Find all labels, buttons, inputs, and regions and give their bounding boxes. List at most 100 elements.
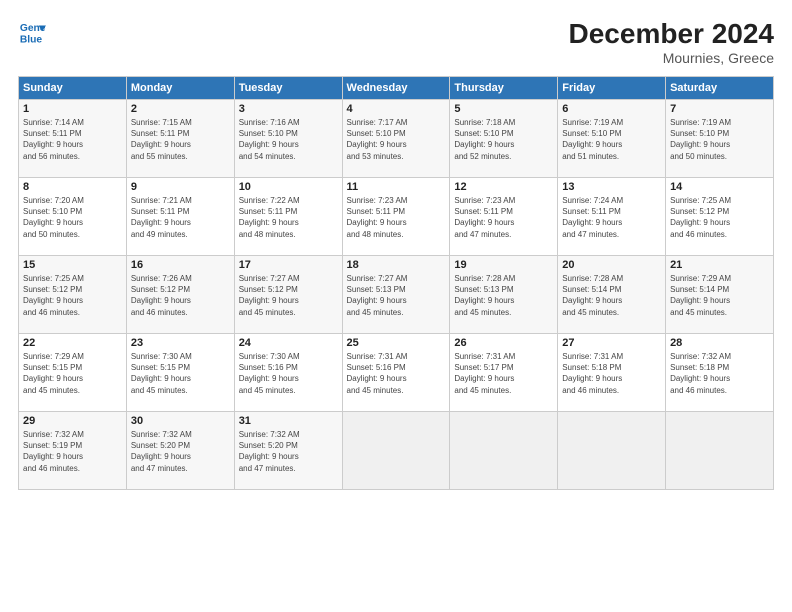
col-header-monday: Monday xyxy=(126,77,234,100)
day-number: 3 xyxy=(239,103,338,115)
calendar-cell: 30 Sunrise: 7:32 AMSunset: 5:20 PMDayligh… xyxy=(126,412,234,490)
day-info: Sunrise: 7:30 AMSunset: 5:16 PMDaylight:… xyxy=(239,352,300,395)
title-block: December 2024 Mournies, Greece xyxy=(569,18,774,66)
day-info: Sunrise: 7:21 AMSunset: 5:11 PMDaylight:… xyxy=(131,196,192,239)
calendar-cell: 2Sunrise: 7:15 AMSunset: 5:11 PMDaylight… xyxy=(126,100,234,178)
day-info: Sunrise: 7:15 AMSunset: 5:11 PMDaylight:… xyxy=(131,118,192,161)
day-info: Sunrise: 7:32 AMSunset: 5:18 PMDaylight:… xyxy=(670,352,731,395)
day-number: 14 xyxy=(670,181,769,193)
day-number: 20 xyxy=(562,259,661,271)
col-header-thursday: Thursday xyxy=(450,77,558,100)
day-info: Sunrise: 7:17 AMSunset: 5:10 PMDaylight:… xyxy=(347,118,408,161)
calendar-table: SundayMondayTuesdayWednesdayThursdayFrid… xyxy=(18,76,774,490)
calendar-cell: 19 Sunrise: 7:28 AMSunset: 5:13 PMDayligh… xyxy=(450,256,558,334)
day-number: 15 xyxy=(23,259,122,271)
calendar-cell: 29Sunrise: 7:32 AMSunset: 5:19 PMDayligh… xyxy=(19,412,127,490)
day-info: Sunrise: 7:28 AMSunset: 5:14 PMDaylight:… xyxy=(562,274,623,317)
day-number: 22 xyxy=(23,337,122,349)
calendar-cell: 28Sunrise: 7:32 AMSunset: 5:18 PMDayligh… xyxy=(666,334,774,412)
day-info: Sunrise: 7:29 AMSunset: 5:14 PMDaylight:… xyxy=(670,274,731,317)
calendar-cell: 16Sunrise: 7:26 AMSunset: 5:12 PMDayligh… xyxy=(126,256,234,334)
subtitle: Mournies, Greece xyxy=(569,50,774,66)
calendar-cell xyxy=(342,412,450,490)
day-number: 13 xyxy=(562,181,661,193)
day-info: Sunrise: 7:20 AMSunset: 5:10 PMDaylight:… xyxy=(23,196,84,239)
day-number: 30 xyxy=(131,415,230,427)
calendar-row-1: 1Sunrise: 7:14 AMSunset: 5:11 PMDaylight… xyxy=(19,100,774,178)
day-number: 9 xyxy=(131,181,230,193)
calendar-cell xyxy=(558,412,666,490)
day-number: 27 xyxy=(562,337,661,349)
day-info: Sunrise: 7:25 AMSunset: 5:12 PMDaylight:… xyxy=(23,274,84,317)
day-info: Sunrise: 7:31 AMSunset: 5:17 PMDaylight:… xyxy=(454,352,515,395)
day-number: 12 xyxy=(454,181,553,193)
calendar-cell: 7 Sunrise: 7:19 AMSunset: 5:10 PMDaylight… xyxy=(666,100,774,178)
day-number: 19 xyxy=(454,259,553,271)
main-title: December 2024 xyxy=(569,18,774,50)
calendar-cell: 15 Sunrise: 7:25 AMSunset: 5:12 PMDayligh… xyxy=(19,256,127,334)
day-number: 1 xyxy=(23,103,122,115)
day-info: Sunrise: 7:31 AMSunset: 5:16 PMDaylight:… xyxy=(347,352,408,395)
calendar-cell xyxy=(450,412,558,490)
calendar-cell: 13Sunrise: 7:24 AMSunset: 5:11 PMDayligh… xyxy=(558,178,666,256)
calendar-cell: 24 Sunrise: 7:30 AMSunset: 5:16 PMDayligh… xyxy=(234,334,342,412)
day-info: Sunrise: 7:25 AMSunset: 5:12 PMDaylight:… xyxy=(670,196,731,239)
day-info: Sunrise: 7:30 AMSunset: 5:15 PMDaylight:… xyxy=(131,352,192,395)
day-number: 29 xyxy=(23,415,122,427)
calendar-cell: 12 Sunrise: 7:23 AMSunset: 5:11 PMDayligh… xyxy=(450,178,558,256)
day-info: Sunrise: 7:27 AMSunset: 5:13 PMDaylight:… xyxy=(347,274,408,317)
calendar-row-3: 15 Sunrise: 7:25 AMSunset: 5:12 PMDayligh… xyxy=(19,256,774,334)
calendar-row-2: 8 Sunrise: 7:20 AMSunset: 5:10 PMDaylight… xyxy=(19,178,774,256)
col-header-sunday: Sunday xyxy=(19,77,127,100)
calendar-row-4: 22 Sunrise: 7:29 AMSunset: 5:15 PMDayligh… xyxy=(19,334,774,412)
col-header-wednesday: Wednesday xyxy=(342,77,450,100)
calendar-cell: 26Sunrise: 7:31 AMSunset: 5:17 PMDayligh… xyxy=(450,334,558,412)
calendar-cell: 4 Sunrise: 7:17 AMSunset: 5:10 PMDaylight… xyxy=(342,100,450,178)
day-info: Sunrise: 7:22 AMSunset: 5:11 PMDaylight:… xyxy=(239,196,300,239)
calendar-row-5: 29Sunrise: 7:32 AMSunset: 5:19 PMDayligh… xyxy=(19,412,774,490)
page-header: General Blue December 2024 Mournies, Gre… xyxy=(18,18,774,66)
col-header-friday: Friday xyxy=(558,77,666,100)
col-header-tuesday: Tuesday xyxy=(234,77,342,100)
calendar-cell: 11Sunrise: 7:23 AMSunset: 5:11 PMDayligh… xyxy=(342,178,450,256)
calendar-cell: 14 Sunrise: 7:25 AMSunset: 5:12 PMDayligh… xyxy=(666,178,774,256)
calendar-cell: 1Sunrise: 7:14 AMSunset: 5:11 PMDaylight… xyxy=(19,100,127,178)
day-number: 4 xyxy=(347,103,446,115)
day-number: 17 xyxy=(239,259,338,271)
calendar-cell: 5 Sunrise: 7:18 AMSunset: 5:10 PMDaylight… xyxy=(450,100,558,178)
calendar-cell: 22 Sunrise: 7:29 AMSunset: 5:15 PMDayligh… xyxy=(19,334,127,412)
calendar-cell: 25Sunrise: 7:31 AMSunset: 5:16 PMDayligh… xyxy=(342,334,450,412)
day-number: 24 xyxy=(239,337,338,349)
day-info: Sunrise: 7:27 AMSunset: 5:12 PMDaylight:… xyxy=(239,274,300,317)
calendar-cell xyxy=(666,412,774,490)
calendar-cell: 17 Sunrise: 7:27 AMSunset: 5:12 PMDayligh… xyxy=(234,256,342,334)
calendar-cell: 9 Sunrise: 7:21 AMSunset: 5:11 PMDaylight… xyxy=(126,178,234,256)
day-info: Sunrise: 7:23 AMSunset: 5:11 PMDaylight:… xyxy=(347,196,408,239)
day-number: 8 xyxy=(23,181,122,193)
day-info: Sunrise: 7:23 AMSunset: 5:11 PMDaylight:… xyxy=(454,196,515,239)
day-number: 7 xyxy=(670,103,769,115)
day-info: Sunrise: 7:31 AMSunset: 5:18 PMDaylight:… xyxy=(562,352,623,395)
day-number: 23 xyxy=(131,337,230,349)
day-number: 21 xyxy=(670,259,769,271)
day-number: 31 xyxy=(239,415,338,427)
day-info: Sunrise: 7:16 AMSunset: 5:10 PMDaylight:… xyxy=(239,118,300,161)
day-number: 5 xyxy=(454,103,553,115)
calendar-cell: 31Sunrise: 7:32 AMSunset: 5:20 PMDayligh… xyxy=(234,412,342,490)
calendar-cell: 27 Sunrise: 7:31 AMSunset: 5:18 PMDayligh… xyxy=(558,334,666,412)
day-info: Sunrise: 7:32 AMSunset: 5:20 PMDaylight:… xyxy=(131,430,192,473)
logo-icon: General Blue xyxy=(18,18,46,46)
day-info: Sunrise: 7:19 AMSunset: 5:10 PMDaylight:… xyxy=(670,118,731,161)
day-number: 16 xyxy=(131,259,230,271)
day-info: Sunrise: 7:29 AMSunset: 5:15 PMDaylight:… xyxy=(23,352,84,395)
calendar-cell: 23 Sunrise: 7:30 AMSunset: 5:15 PMDayligh… xyxy=(126,334,234,412)
day-number: 6 xyxy=(562,103,661,115)
day-info: Sunrise: 7:28 AMSunset: 5:13 PMDaylight:… xyxy=(454,274,515,317)
calendar-cell: 6Sunrise: 7:19 AMSunset: 5:10 PMDaylight… xyxy=(558,100,666,178)
logo: General Blue xyxy=(18,18,46,46)
day-info: Sunrise: 7:18 AMSunset: 5:10 PMDaylight:… xyxy=(454,118,515,161)
day-number: 10 xyxy=(239,181,338,193)
header-row: SundayMondayTuesdayWednesdayThursdayFrid… xyxy=(19,77,774,100)
calendar-cell: 10 Sunrise: 7:22 AMSunset: 5:11 PMDayligh… xyxy=(234,178,342,256)
calendar-page: General Blue December 2024 Mournies, Gre… xyxy=(0,0,792,612)
